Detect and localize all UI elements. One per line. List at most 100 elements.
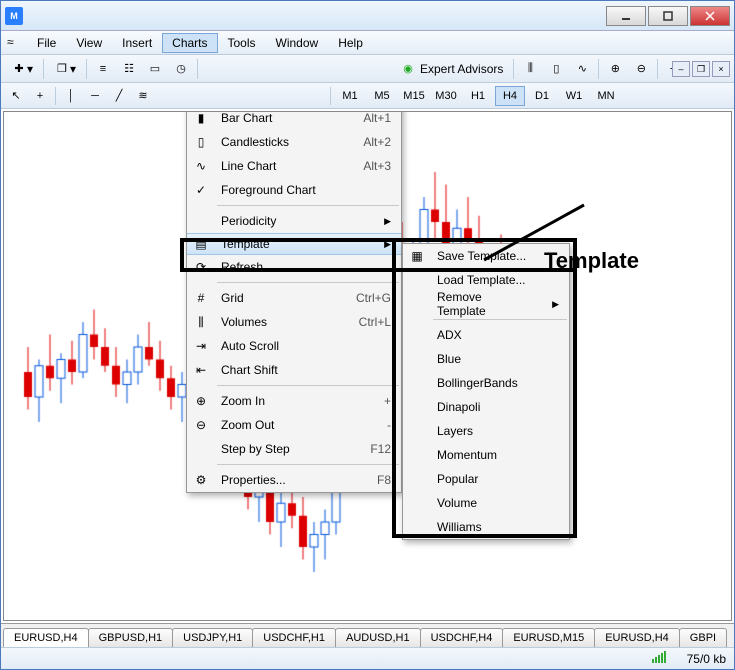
- menu-file[interactable]: File: [27, 33, 66, 53]
- template-menu-item-volume[interactable]: Volume: [403, 491, 569, 515]
- charts-menu-item-grid[interactable]: #GridCtrl+G: [187, 286, 401, 310]
- line-chart-button[interactable]: ∿: [570, 58, 594, 80]
- toolbar-main: ✚▾ ❒▾ ≡ ☷ ▭ ◷ ◉ Expert Advisors ⫼ ▯ ∿ ⊕ …: [1, 55, 734, 83]
- timeframe-w1[interactable]: W1: [559, 86, 589, 106]
- cursor-button[interactable]: ↖: [5, 86, 27, 106]
- menu-insert[interactable]: Insert: [112, 33, 162, 53]
- zoom-in-button[interactable]: ⊕: [603, 58, 627, 80]
- zoomout-icon: ⊖: [633, 61, 649, 77]
- chart-tab[interactable]: USDJPY,H1: [172, 628, 253, 647]
- menu-item-label: Template: [215, 237, 364, 251]
- template-menu-item-dinapoli[interactable]: Dinapoli: [403, 395, 569, 419]
- charts-menu-item-line-chart[interactable]: ∿Line ChartAlt+3: [187, 154, 401, 178]
- bar-chart-button[interactable]: ⫼: [518, 58, 542, 80]
- chart-tab[interactable]: EURUSD,H4: [594, 628, 680, 647]
- menu-item-label: Refresh: [215, 260, 391, 274]
- trendline-button[interactable]: ╱: [108, 86, 130, 106]
- template-menu-item-adx[interactable]: ADX: [403, 323, 569, 347]
- chart-tab[interactable]: EURUSD,H4: [3, 628, 89, 647]
- menu-item-label: Candlesticks: [215, 135, 343, 149]
- charts-menu-item-volumes[interactable]: ⫼VolumesCtrl+L: [187, 310, 401, 334]
- timeframe-d1[interactable]: D1: [527, 86, 557, 106]
- timeframe-mn[interactable]: MN: [591, 86, 621, 106]
- mdi-minimize-button[interactable]: –: [672, 61, 690, 77]
- charts-menu-item-zoom-in[interactable]: ⊕Zoom In+: [187, 389, 401, 413]
- template-menu-item-layers[interactable]: Layers: [403, 419, 569, 443]
- market-watch-button[interactable]: ≡: [91, 58, 115, 80]
- template-menu-item-remove-template[interactable]: Remove Template▶: [403, 292, 569, 316]
- charts-menu-item-template[interactable]: ▤Template▶: [187, 233, 401, 255]
- chart-tab[interactable]: EURUSD,M15: [502, 628, 595, 647]
- mdi-close-button[interactable]: ×: [712, 61, 730, 77]
- template-menu-item-williams[interactable]: Williams: [403, 515, 569, 539]
- menu-item-label: Properties...: [215, 473, 357, 487]
- timeframe-m5[interactable]: M5: [367, 86, 397, 106]
- chart-area[interactable]: ⨎Indicators ListCtrl+IObjects▶▮Bar Chart…: [3, 111, 732, 621]
- timeframe-h1[interactable]: H1: [463, 86, 493, 106]
- window-icon: ❒: [54, 61, 70, 77]
- grid-icon: #: [187, 291, 215, 305]
- template-menu-item-blue[interactable]: Blue: [403, 347, 569, 371]
- shift-icon: ⇤: [187, 363, 215, 377]
- terminal-button[interactable]: ▭: [143, 58, 167, 80]
- menu-item-label: Grid: [215, 291, 336, 305]
- menu-help[interactable]: Help: [328, 33, 373, 53]
- close-button[interactable]: [690, 6, 730, 26]
- submenu-arrow-icon: ▶: [532, 299, 559, 310]
- timeframe-m15[interactable]: M15: [399, 86, 429, 106]
- expert-advisors-button[interactable]: ◉ Expert Advisors: [394, 58, 509, 80]
- charts-menu-item-refresh[interactable]: ⟳Refresh: [187, 255, 401, 279]
- minimize-button[interactable]: [606, 6, 646, 26]
- timeframe-m1[interactable]: M1: [335, 86, 365, 106]
- template-menu-item-momentum[interactable]: Momentum: [403, 443, 569, 467]
- chart-tab[interactable]: AUDUSD,H1: [335, 628, 421, 647]
- charts-menu-item-periodicity[interactable]: Periodicity▶: [187, 209, 401, 233]
- chart-tab[interactable]: USDCHF,H4: [420, 628, 504, 647]
- timeframe-h4[interactable]: H4: [495, 86, 525, 106]
- channel-button[interactable]: ≋: [132, 86, 154, 106]
- zoom-out-button[interactable]: ⊖: [629, 58, 653, 80]
- charts-menu-item-candlesticks[interactable]: ▯CandlesticksAlt+2: [187, 130, 401, 154]
- crosshair-icon: +: [32, 88, 48, 104]
- candle-icon: ▯: [187, 135, 215, 149]
- mdi-restore-button[interactable]: ❐: [692, 61, 710, 77]
- chart-tab[interactable]: GBPI: [679, 628, 727, 647]
- vline-button[interactable]: │: [60, 86, 82, 106]
- expert-icon: ◉: [400, 61, 416, 77]
- status-kb: 75/0 kb: [687, 652, 726, 666]
- profiles-button[interactable]: ❒▾: [48, 58, 82, 80]
- charts-menu-item-foreground-chart[interactable]: ✓Foreground Chart: [187, 178, 401, 202]
- tester-button[interactable]: ◷: [169, 58, 193, 80]
- navigator-button[interactable]: ☷: [117, 58, 141, 80]
- plus-icon: ✚: [11, 61, 27, 77]
- charts-menu-item-auto-scroll[interactable]: ⇥Auto Scroll: [187, 334, 401, 358]
- template-menu-item-bollingerbands[interactable]: BollingerBands: [403, 371, 569, 395]
- props-icon: ⚙: [187, 473, 215, 487]
- charts-menu-item-bar-chart[interactable]: ▮Bar ChartAlt+1: [187, 111, 401, 130]
- charts-menu-item-step-by-step[interactable]: Step by StepF12: [187, 437, 401, 461]
- new-chart-button[interactable]: ✚▾: [5, 58, 39, 80]
- menu-view[interactable]: View: [66, 33, 112, 53]
- charts-menu-item-chart-shift[interactable]: ⇤Chart Shift: [187, 358, 401, 382]
- menu-charts[interactable]: Charts: [162, 33, 217, 53]
- chart-tab[interactable]: USDCHF,H1: [252, 628, 336, 647]
- hline-button[interactable]: ─: [84, 86, 106, 106]
- candle-chart-button[interactable]: ▯: [544, 58, 568, 80]
- toolbar-drawing: ↖ + │ ─ ╱ ≋ M1M5M15M30H1H4D1W1MN: [1, 83, 734, 109]
- volume-icon: ⫼: [187, 315, 215, 330]
- charts-menu-item-properties[interactable]: ⚙Properties...F8: [187, 468, 401, 492]
- menu-tools[interactable]: Tools: [218, 33, 266, 53]
- chart-tab[interactable]: GBPUSD,H1: [88, 628, 174, 647]
- menu-window[interactable]: Window: [266, 33, 329, 53]
- template-submenu-dropdown: ▦Save Template...Load Template...Remove …: [402, 243, 570, 540]
- template-menu-item-popular[interactable]: Popular: [403, 467, 569, 491]
- zoomin-icon: ⊕: [607, 61, 623, 77]
- timeframe-m30[interactable]: M30: [431, 86, 461, 106]
- save-icon: ▦: [403, 249, 431, 263]
- autoscroll-icon: ⇥: [187, 339, 215, 353]
- crosshair-button[interactable]: +: [29, 86, 51, 106]
- menu-item-label: Bar Chart: [215, 111, 343, 125]
- menu-item-label: Williams: [431, 520, 559, 534]
- maximize-button[interactable]: [648, 6, 688, 26]
- charts-menu-item-zoom-out[interactable]: ⊖Zoom Out-: [187, 413, 401, 437]
